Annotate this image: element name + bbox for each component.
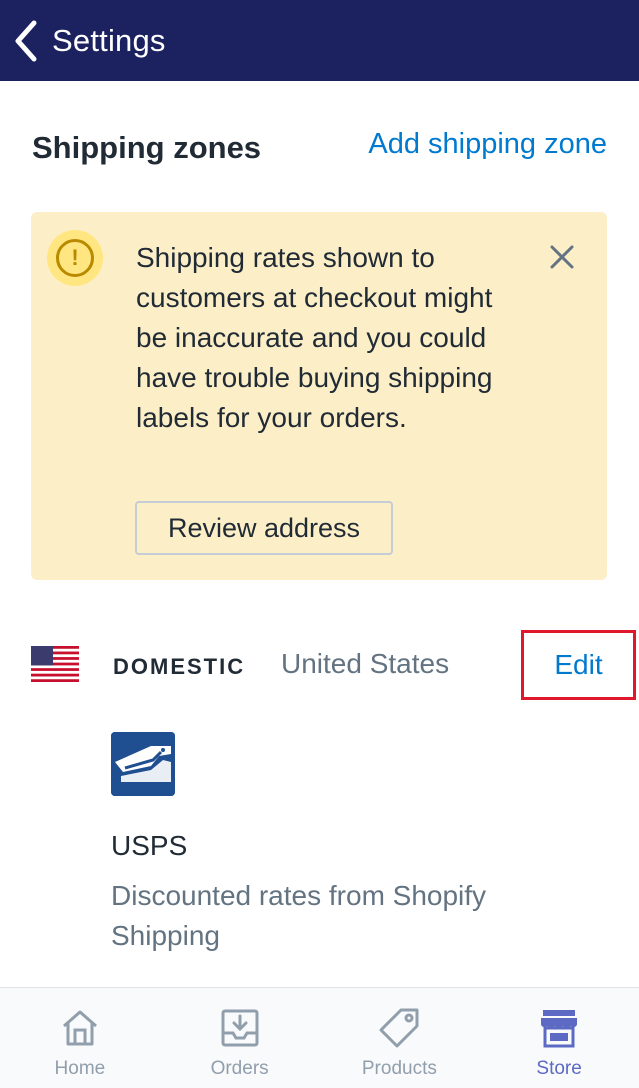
exclamation-circle-icon: ! — [47, 230, 103, 286]
zone-name: DOMESTIC — [113, 654, 246, 679]
orders-inbox-icon — [221, 1009, 259, 1047]
review-address-button[interactable]: Review address — [135, 501, 393, 555]
back-button-label: Settings — [52, 22, 166, 58]
close-icon[interactable] — [547, 242, 577, 272]
warning-banner: ! Shipping rates shown to customers at c… — [31, 212, 607, 580]
page-title: Shipping zones — [32, 130, 262, 165]
tag-icon — [379, 1008, 419, 1048]
bottom-tab-bar: Home Orders Products Store — [0, 987, 639, 1088]
back-button[interactable]: Settings — [0, 0, 166, 81]
zone-country: United States — [281, 648, 450, 679]
tab-label: Orders — [210, 1058, 269, 1079]
usps-eagle-icon — [111, 732, 175, 796]
section-header: Shipping zones Add shipping zone — [32, 118, 607, 178]
carrier-name: USPS — [111, 830, 188, 861]
tab-label: Store — [536, 1058, 582, 1079]
tab-products[interactable]: Products — [320, 988, 480, 1088]
tab-label: Home — [54, 1058, 106, 1079]
shipping-zone-row: DOMESTIC United States Edit — [31, 630, 636, 700]
us-flag-icon — [31, 646, 79, 682]
chevron-left-icon — [15, 20, 37, 61]
tab-store[interactable]: Store — [479, 988, 639, 1088]
add-shipping-zone-link[interactable]: Add shipping zone — [368, 128, 607, 161]
tab-home[interactable]: Home — [0, 988, 160, 1088]
top-navigation-bar: Settings — [0, 0, 639, 81]
carrier-description: Discounted rates from Shopify Shipping — [111, 880, 487, 951]
banner-message: Shipping rates shown to customers at che… — [136, 242, 493, 433]
store-icon — [541, 1010, 578, 1048]
tab-orders[interactable]: Orders — [160, 988, 320, 1088]
tab-label: Products — [361, 1058, 437, 1079]
edit-zone-button[interactable]: Edit — [521, 630, 636, 700]
home-icon — [62, 1010, 97, 1046]
